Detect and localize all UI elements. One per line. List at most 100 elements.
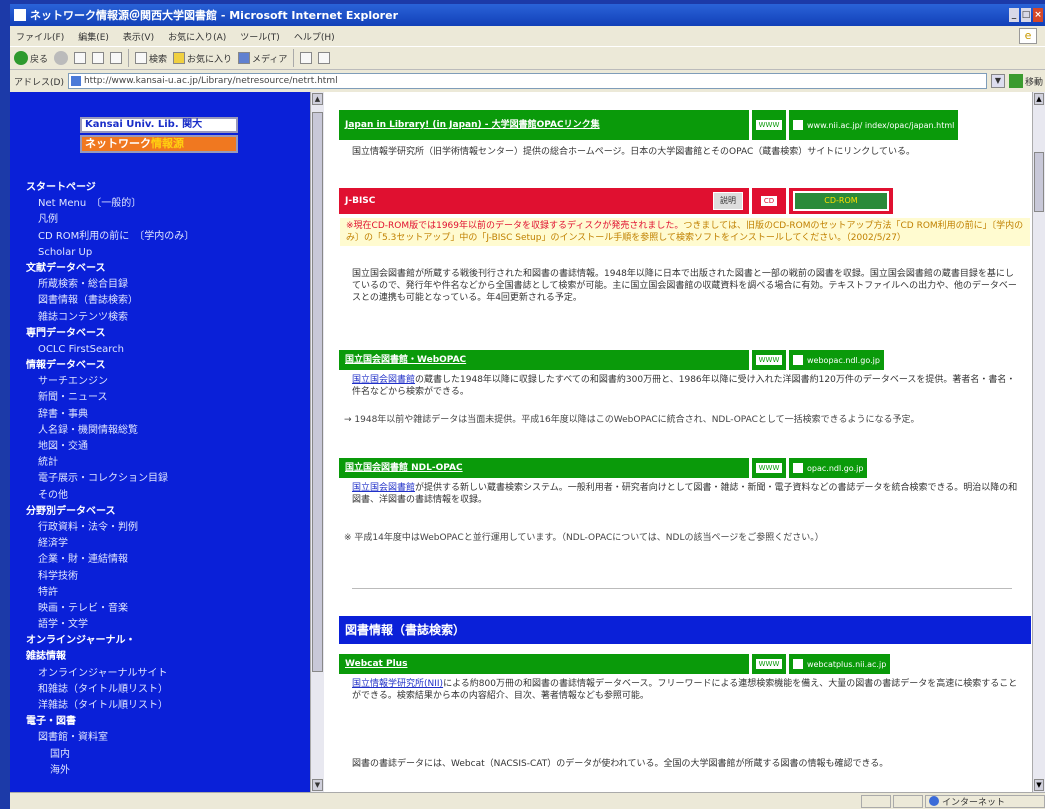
sidebar-item[interactable]: Net Menu 〔一般的〕	[26, 196, 306, 212]
sidebar-item[interactable]: 特許	[26, 585, 306, 601]
link-icon	[793, 120, 803, 130]
logo-network-resources[interactable]: ネットワーク情報源	[80, 135, 238, 153]
toolbar: 戻る 検索 お気に入り メディア	[10, 46, 1045, 70]
menu-bar: ファイル(F) 編集(E) 表示(V) お気に入り(A) ツール(T) ヘルプ(…	[10, 26, 1045, 46]
sidebar-nav: スタートページ Net Menu 〔一般的〕 凡例 CD ROM利用の前に 〔学内のみ…	[26, 180, 306, 779]
sidebar-item[interactable]: 語学・文学	[26, 617, 306, 633]
sidebar-item[interactable]: 海外	[26, 763, 306, 779]
explain-button[interactable]: 説明	[713, 192, 743, 210]
menu-file[interactable]: ファイル(F)	[16, 30, 64, 43]
entry-url[interactable]: www.nii.ac.jp/ index/opac/japan.html	[789, 110, 959, 140]
logo-kansai-univ[interactable]: Kansai Univ. Lib. 関大	[80, 117, 238, 133]
content-scrollbar[interactable]: ▲ ▼	[1032, 92, 1045, 792]
entry-title-link[interactable]: Webcat Plus	[339, 654, 749, 674]
page-viewport: Kansai Univ. Lib. 関大 ネットワーク情報源 スタートページ Ne…	[10, 92, 1045, 792]
minimize-button[interactable]: _	[1009, 8, 1019, 22]
address-dropdown-icon[interactable]: ▼	[990, 74, 1005, 88]
sidebar-item[interactable]: サーチエンジン	[26, 374, 306, 390]
address-bar: アドレス(D) http://www.kansai-u.ac.jp/Librar…	[10, 70, 1045, 92]
close-button[interactable]: ×	[1033, 8, 1043, 22]
entry-url[interactable]: opac.ndl.go.jp	[789, 458, 868, 478]
entry-type-tag: WWW	[752, 654, 786, 674]
sidebar-item[interactable]: 統計	[26, 455, 306, 471]
scroll-up-icon[interactable]: ▲	[312, 93, 323, 105]
history-icon[interactable]	[300, 52, 313, 64]
sidebar-item[interactable]: OCLC FirstSearch	[26, 342, 306, 358]
back-arrow-icon	[14, 51, 28, 65]
maximize-button[interactable]: □	[1021, 8, 1031, 22]
sidebar-item[interactable]: 映画・テレビ・音楽	[26, 601, 306, 617]
sidebar-item[interactable]: 電子展示・コレクション目録	[26, 471, 306, 487]
menu-view[interactable]: 表示(V)	[123, 30, 154, 43]
search-icon	[135, 52, 148, 64]
sidebar-item[interactable]: オンラインジャーナルサイト	[26, 666, 306, 682]
refresh-icon[interactable]	[92, 52, 105, 64]
forward-button[interactable]	[54, 51, 69, 65]
content-frame: Japan in Library! (in Japan) - 大学図書館OPAC…	[324, 92, 1032, 792]
go-button[interactable]: 移動	[1008, 74, 1043, 88]
entry-title-link[interactable]: 国立国会図書館・WebOPAC	[339, 350, 749, 370]
sidebar-category[interactable]: 文献データベース	[26, 261, 306, 277]
favorites-button[interactable]: お気に入り	[173, 52, 232, 65]
sidebar-item[interactable]: 科学技術	[26, 569, 306, 585]
scroll-down-icon[interactable]: ▼	[1034, 779, 1044, 791]
sidebar-item[interactable]: 国内	[26, 747, 306, 763]
sidebar-item[interactable]: 人名録・機関情報総覧	[26, 423, 306, 439]
sidebar-item[interactable]: 凡例	[26, 212, 306, 228]
sidebar-item[interactable]: 辞書・事典	[26, 407, 306, 423]
menu-favorites[interactable]: お気に入り(A)	[168, 30, 226, 43]
sidebar-item[interactable]: Scholar Up	[26, 245, 306, 261]
desc-link[interactable]: 国立国会図書館	[352, 483, 415, 493]
sidebar-item[interactable]: 図書館・資料室	[26, 730, 306, 746]
sidebar-item[interactable]: CD ROM利用の前に 〔学内のみ〕	[26, 229, 306, 245]
menu-edit[interactable]: 編集(E)	[78, 30, 109, 43]
scroll-down-icon[interactable]: ▼	[312, 779, 323, 791]
sidebar-item[interactable]: 和雑誌（タイトル順リスト）	[26, 682, 306, 698]
sidebar-item[interactable]: 図書情報（書誌検索）	[26, 293, 306, 309]
sidebar-scrollbar[interactable]: ▲ ▼	[310, 92, 324, 792]
sidebar-item[interactable]: 所蔵検索・総合目録	[26, 277, 306, 293]
sidebar-category[interactable]: スタートページ	[26, 180, 306, 196]
sidebar-category[interactable]: 専門データベース	[26, 326, 306, 342]
warning-notice: ※現在CD-ROM版では1969年以前のデータを収録するディスクが発売されました…	[340, 218, 1030, 246]
sidebar-category[interactable]: 雑誌情報	[26, 649, 306, 665]
stop-icon[interactable]	[74, 52, 87, 64]
sidebar-category[interactable]: 分野別データベース	[26, 504, 306, 520]
sidebar-category[interactable]: 電子・図書	[26, 714, 306, 730]
address-label: アドレス(D)	[14, 77, 64, 88]
entry-title-link[interactable]: 国立国会図書館 NDL-OPAC	[339, 458, 749, 478]
scrollbar-thumb[interactable]	[1034, 152, 1044, 212]
sidebar-category[interactable]: 情報データベース	[26, 358, 306, 374]
entry-title-link[interactable]: Japan in Library! (in Japan) - 大学図書館OPAC…	[339, 110, 749, 140]
entry-note: ※ 平成14年度中はWebOPACと並行運用しています。（NDL-OPACについ…	[344, 533, 824, 543]
sidebar-item[interactable]: 地図・交通	[26, 439, 306, 455]
address-input[interactable]: http://www.kansai-u.ac.jp/Library/netres…	[67, 73, 987, 89]
globe-icon	[929, 796, 939, 806]
entry-header: J-BISC 説明 CD CD-ROM	[339, 188, 893, 214]
entry-header: 国立国会図書館 NDL-OPAC WWW opac.ndl.go.jp	[339, 458, 868, 478]
desc-link[interactable]: 国立情報学研究所(NII)	[352, 679, 443, 689]
mail-icon[interactable]	[318, 52, 331, 64]
desc-link[interactable]: 国立国会図書館	[352, 375, 415, 385]
home-icon[interactable]	[110, 52, 123, 64]
sidebar-item[interactable]: 行政資料・法令・判例	[26, 520, 306, 536]
sidebar-category[interactable]: オンラインジャーナル・	[26, 633, 306, 649]
menu-help[interactable]: ヘルプ(H)	[294, 30, 335, 43]
entry-url[interactable]: webcatplus.nii.ac.jp	[789, 654, 891, 674]
search-button[interactable]: 検索	[135, 52, 167, 65]
cdrom-badge[interactable]: CD-ROM	[793, 191, 889, 211]
entry-url[interactable]: webopac.ndl.go.jp	[789, 350, 884, 370]
sidebar-item[interactable]: 雑誌コンテンツ検索	[26, 310, 306, 326]
sidebar-item[interactable]: 経済学	[26, 536, 306, 552]
page-icon	[70, 76, 81, 86]
sidebar-item[interactable]: 新聞・ニュース	[26, 390, 306, 406]
sidebar-item[interactable]: 洋雑誌（タイトル順リスト）	[26, 698, 306, 714]
back-button[interactable]: 戻る	[14, 51, 48, 65]
sidebar-item[interactable]: その他	[26, 488, 306, 504]
menu-tools[interactable]: ツール(T)	[240, 30, 280, 43]
scrollbar-thumb[interactable]	[312, 112, 323, 672]
ie-icon	[14, 9, 26, 21]
sidebar-item[interactable]: 企業・財・連結情報	[26, 552, 306, 568]
scroll-up-icon[interactable]: ▲	[1034, 93, 1044, 105]
media-button[interactable]: メディア	[238, 52, 287, 65]
